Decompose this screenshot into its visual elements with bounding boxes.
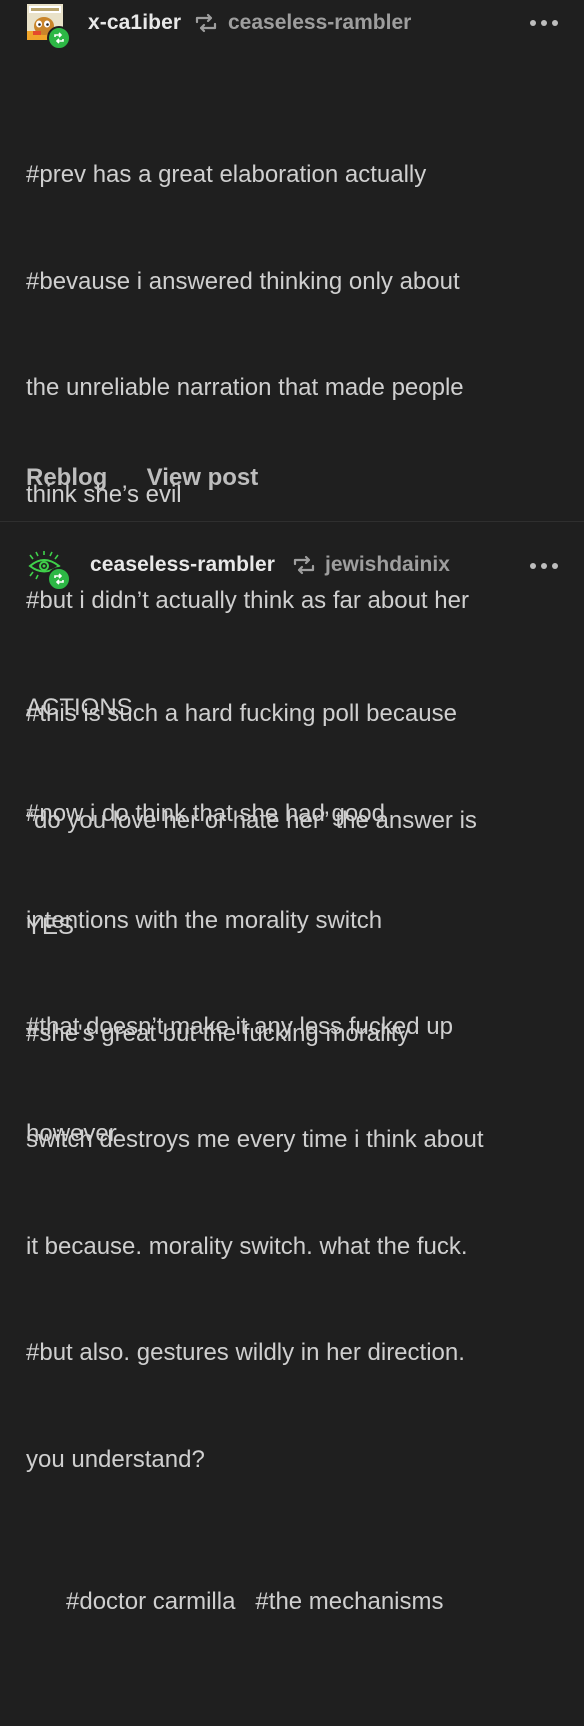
body-line: “do you love her or hate her” the answer…: [26, 806, 477, 834]
username-x-ca1iber[interactable]: x-ca1iber: [88, 11, 181, 35]
reblogged-from-username[interactable]: jewishdainix: [325, 553, 450, 577]
body-line: #this is such a hard fucking poll becaus…: [26, 700, 457, 727]
body-line: #bevause i answered thinking only about: [26, 267, 460, 295]
tag-the-mechanisms[interactable]: #the mechanisms: [255, 1588, 443, 1615]
reblogged-from-username[interactable]: ceaseless-rambler: [228, 11, 411, 35]
avatar-ceaseless-rambler[interactable]: [27, 550, 71, 591]
reblog-icon: [293, 555, 315, 575]
post-header: x-ca1iber ceaseless-rambler: [0, 0, 584, 50]
reblog-badge-icon: [47, 567, 71, 591]
body-line: #she's great but the fucking morality: [26, 1019, 410, 1047]
reblog-link[interactable]: Reblog: [26, 464, 107, 492]
post-body: #this is such a hard fucking poll becaus…: [26, 625, 556, 1726]
tag-doctor-carmilla[interactable]: #doctor carmilla: [66, 1588, 235, 1615]
post-actions: Reblog View post: [26, 464, 258, 492]
reblog-icon: [195, 13, 217, 33]
avatar-x-ca1iber[interactable]: [27, 4, 71, 50]
body-line: switch destroys me every time i think ab…: [26, 1126, 484, 1153]
body-line: #but also. gestures wildly in her direct…: [26, 1339, 465, 1366]
view-post-link[interactable]: View post: [147, 464, 259, 492]
body-line: YES: [26, 913, 75, 940]
post-header: ceaseless-rambler jewishdainix: [0, 522, 584, 591]
body-line: it because. morality switch. what the fu…: [26, 1232, 468, 1260]
post-x-ca1iber: x-ca1iber ceaseless-rambler #prev has a …: [0, 0, 584, 1147]
body-line: you understand?: [26, 1445, 205, 1473]
post-ceaseless-rambler: ceaseless-rambler jewishdainix #this is …: [0, 522, 584, 1615]
more-dots-icon[interactable]: [529, 562, 559, 570]
body-line: the unreliable narration that made peopl…: [26, 374, 464, 401]
username-ceaseless-rambler[interactable]: ceaseless-rambler: [90, 553, 275, 577]
body-line: #prev has a great elaboration actually: [26, 161, 427, 188]
tags-row: #doctor carmilla #the mechanisms: [26, 1548, 556, 1655]
reblog-badge-icon: [47, 26, 71, 50]
more-dots-icon[interactable]: [529, 19, 559, 27]
